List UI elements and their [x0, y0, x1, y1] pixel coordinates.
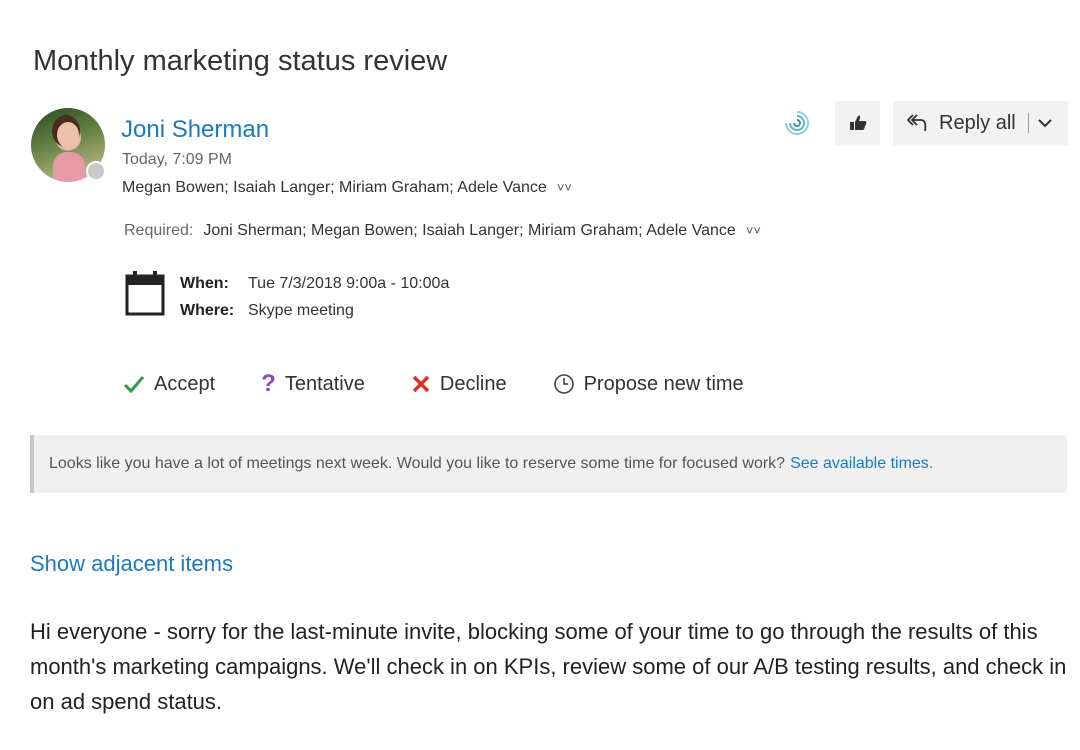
- expand-required-icon[interactable]: ˅˅: [746, 223, 761, 238]
- calendar-icon: [125, 271, 165, 316]
- check-icon: [123, 374, 145, 394]
- avatar-head: [57, 122, 79, 148]
- insights-ring-icon[interactable]: [782, 108, 812, 138]
- like-button[interactable]: [835, 101, 880, 145]
- reply-all-button[interactable]: Reply all: [893, 112, 1016, 135]
- accept-button[interactable]: Accept: [123, 373, 215, 396]
- clock-icon: [553, 373, 575, 395]
- propose-label: Propose new time: [583, 372, 744, 395]
- message-subject: Monthly marketing status review: [33, 45, 448, 78]
- when-value: Tue 7/3/2018 9:00a - 10:00a: [248, 275, 450, 292]
- meeting-details: When: Tue 7/3/2018 9:00a - 10:00a Where: S…: [180, 270, 449, 324]
- decline-label: Decline: [439, 372, 507, 395]
- response-actions: Accept ? Tentative Decline Propose new t…: [123, 370, 790, 398]
- message-body: Hi everyone - sorry for the last-minute …: [30, 619, 1067, 714]
- show-adjacent-items-link[interactable]: Show adjacent items: [30, 551, 233, 577]
- required-label: Required:: [124, 222, 194, 239]
- reply-all-group: Reply all: [893, 101, 1068, 145]
- propose-new-time-button[interactable]: Propose new time: [553, 373, 744, 396]
- where-row: Where: Skype meeting: [180, 297, 449, 324]
- when-row: When: Tue 7/3/2018 9:00a - 10:00a: [180, 270, 449, 297]
- sender-name[interactable]: Joni Sherman: [121, 116, 269, 144]
- reply-all-label: Reply all: [939, 111, 1016, 134]
- tentative-button[interactable]: ? Tentative: [261, 370, 365, 398]
- recipients-line: Megan Bowen; Isaiah Langer; Miriam Graha…: [122, 179, 572, 197]
- accept-label: Accept: [154, 372, 216, 395]
- where-label: Where:: [180, 302, 235, 319]
- recipients-list: Megan Bowen; Isaiah Langer; Miriam Graha…: [122, 179, 547, 196]
- see-available-times-link[interactable]: See available times.: [790, 455, 933, 473]
- reply-options-dropdown[interactable]: [1037, 117, 1053, 129]
- expand-recipients-icon[interactable]: ˅˅: [557, 180, 572, 195]
- question-mark-icon: ?: [261, 370, 276, 397]
- required-list: Joni Sherman; Megan Bowen; Isaiah Langer…: [203, 222, 736, 239]
- decline-button[interactable]: Decline: [411, 373, 507, 396]
- banner-text: Looks like you have a lot of meetings ne…: [49, 455, 786, 472]
- when-label: When:: [180, 275, 229, 292]
- message-timestamp: Today, 7:09 PM: [122, 151, 232, 168]
- reply-all-icon: [906, 114, 927, 132]
- avatar-body: [53, 152, 85, 182]
- presence-status-icon: [86, 161, 106, 181]
- divider: [1027, 113, 1029, 133]
- thumbs-up-icon: [849, 115, 866, 130]
- where-value: Skype meeting: [248, 302, 354, 319]
- focus-time-banner: Looks like you have a lot of meetings ne…: [30, 435, 1067, 493]
- chevron-down-icon: [1037, 119, 1052, 128]
- required-attendees: Required: Joni Sherman; Megan Bowen; Isai…: [124, 222, 761, 240]
- tentative-label: Tentative: [284, 372, 365, 395]
- x-icon: [411, 374, 431, 394]
